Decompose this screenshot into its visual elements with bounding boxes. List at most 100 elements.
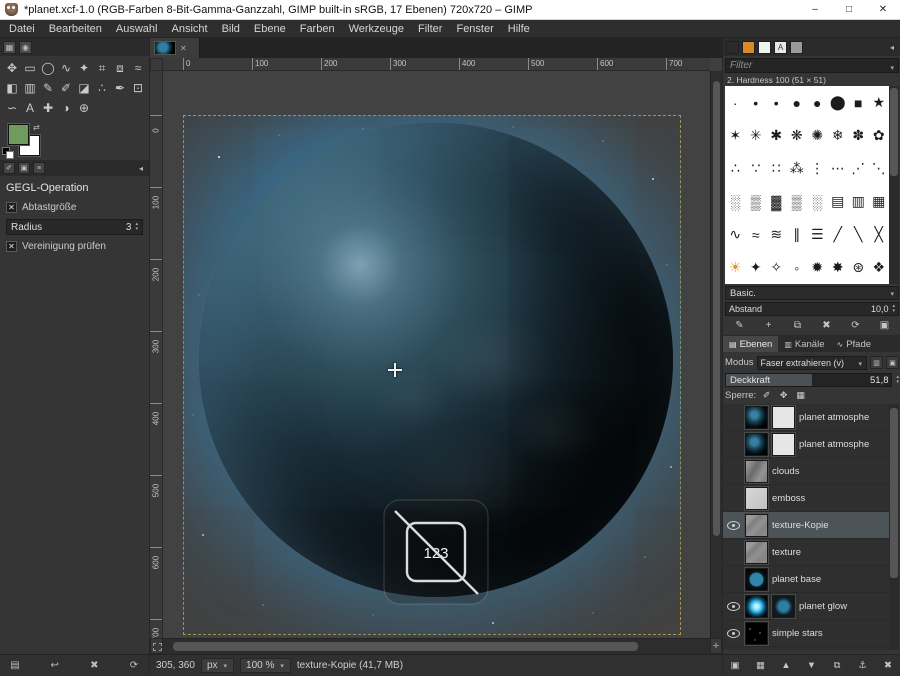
visibility-toggle[interactable] [725,438,741,451]
crop-tool[interactable]: ⌗ [93,58,111,78]
save-tool-options-button[interactable]: ▤ [8,660,22,671]
close-button[interactable]: ✕ [866,0,900,19]
brush-grid-scrollbar[interactable] [889,86,899,284]
brush-swatch[interactable]: ╳ [869,218,890,251]
layer-row[interactable]: simple stars [723,620,889,647]
patterns-dock-tab-icon[interactable] [742,41,755,54]
menu-item[interactable]: Ebene [247,20,293,37]
brush-swatch[interactable]: ▤ [828,185,849,218]
zoom-select[interactable]: 100 % [240,658,291,673]
brush-swatch[interactable]: ▥ [848,185,869,218]
lower-layer-button[interactable]: ▼ [805,660,819,671]
spinner-arrows-icon[interactable] [135,222,138,232]
lock-position-icon[interactable]: ✥ [777,390,790,401]
brush-swatch[interactable]: ▒ [746,185,767,218]
brush-swatch[interactable]: ⋰ [848,152,869,185]
canvas-vi ewport[interactable]: 123 [163,71,710,638]
dock-tab[interactable]: ∿ Pfade [830,336,877,352]
brush-spacing-slider[interactable]: Abstand 10,0 [725,302,899,316]
brush-swatch[interactable]: ☀ [725,251,746,284]
brush-swatch[interactable]: ⋱ [869,152,890,185]
visibility-toggle[interactable] [725,546,741,559]
close-tab-icon[interactable]: ✕ [180,44,187,53]
device-status-dock-tab-icon[interactable]: ▣ [18,162,30,174]
brush-swatch[interactable]: ╱ [828,218,849,251]
opacity-slider[interactable]: Deckkraft 51,8 [725,373,892,387]
chevron-down-icon[interactable] [886,57,898,75]
brush-swatch[interactable]: • [746,86,767,119]
default-colors-icon[interactable] [2,147,13,158]
navigation-button[interactable]: ✛ [710,638,722,654]
brush-swatch[interactable]: ★ [869,86,890,119]
menu-item[interactable]: Hilfe [501,20,537,37]
brush-preset-select[interactable]: Basic. [725,286,899,300]
brush-swatch[interactable]: ● [787,86,808,119]
delete-layer-button[interactable]: ✖ [881,660,895,671]
layer-row[interactable]: planet atmosphe [723,431,889,458]
horizontal-ruler[interactable]: 0100200300400500600700 [163,58,710,71]
checkbox-icon[interactable] [6,202,17,213]
fuzzy-select-tool[interactable]: ✦ [75,58,93,78]
brush-swatch[interactable]: ∥ [787,218,808,251]
scrollbar-thumb[interactable] [890,408,898,578]
layer-row[interactable]: planet base [723,566,889,593]
dock-menu-button[interactable]: ◂ [887,43,897,52]
image-canvas[interactable]: 123 [183,115,681,635]
ellipse-select-tool[interactable]: ◯ [39,58,57,78]
menu-item[interactable]: Auswahl [109,20,165,37]
brush-swatch[interactable]: ∷ [766,152,787,185]
vertical-scrollbar[interactable] [710,71,722,638]
checkbox-icon[interactable] [6,241,17,252]
heal-tool[interactable]: ✚ [39,98,57,118]
spinner-arrows-icon[interactable] [896,375,899,385]
minimize-button[interactable]: – [798,0,832,19]
delete-tool-options-button[interactable]: ✖ [87,660,101,671]
brush-swatch[interactable]: ⬤ [828,86,849,119]
brush-swatch[interactable]: ▓ [766,185,787,218]
new-layer-group-button[interactable]: ▦ [754,660,768,671]
brush-filter-input[interactable] [726,60,886,71]
maximize-button[interactable]: □ [832,0,866,19]
ink-tool[interactable]: ✒ [111,78,129,98]
mode-options-button[interactable]: ▣ [886,356,899,369]
vertical-ruler[interactable]: 0100200300400500600700 [150,71,163,638]
brush-swatch[interactable]: ✹ [807,251,828,284]
visibility-toggle[interactable] [725,465,741,478]
menu-item[interactable]: Werkzeuge [342,20,411,37]
brush-swatch[interactable]: ≋ [766,218,787,251]
brush-swatch[interactable]: ≈ [746,218,767,251]
quick-mask-toggle[interactable] [150,638,163,654]
dock-tab[interactable]: ▥ Kanäle [778,336,830,352]
document-history-dock-tab-icon[interactable] [790,41,803,54]
brush-swatch[interactable]: ⋯ [828,152,849,185]
warp-tool[interactable]: ≈ [129,58,147,78]
free-select-tool[interactable]: ∿ [57,58,75,78]
smudge-tool[interactable]: ∽ [3,98,21,118]
brush-swatch[interactable]: ✽ [848,119,869,152]
wilber-tab-icon[interactable]: ◉ [19,41,32,54]
open-brush-button[interactable]: ▣ [878,320,892,331]
raise-layer-button[interactable]: ▲ [779,660,793,671]
dodge-burn-tool[interactable]: ◑ [57,98,75,118]
brush-swatch[interactable]: ⁂ [787,152,808,185]
ruler-corner-button[interactable] [150,58,163,71]
brush-swatch[interactable]: ● [807,86,828,119]
brush-swatch[interactable]: ⋮ [807,152,828,185]
tool-options-dock-tab-icon[interactable]: ✐ [3,162,15,174]
brush-swatch[interactable]: ∴ [725,152,746,185]
layer-row[interactable]: texture [723,539,889,566]
brush-swatch[interactable]: ░ [807,185,828,218]
restore-tool-options-button[interactable]: ↩ [48,660,62,671]
dock-menu-button[interactable]: ◂ [136,164,146,173]
pencil-tool[interactable]: ✎ [39,78,57,98]
visibility-toggle[interactable] [725,519,741,532]
duplicate-layer-button[interactable]: ⧉ [830,660,844,671]
brush-swatch[interactable]: ∿ [725,218,746,251]
fonts-dock-tab-icon[interactable]: A [774,41,787,54]
brush-swatch[interactable]: ✱ [766,119,787,152]
visibility-toggle[interactable] [725,600,741,613]
lock-pixels-icon[interactable]: ✐ [760,390,773,401]
layer-row[interactable]: clouds [723,458,889,485]
spinner-arrows-icon[interactable] [892,304,895,314]
reset-tool-options-button[interactable]: ⟳ [127,660,141,671]
